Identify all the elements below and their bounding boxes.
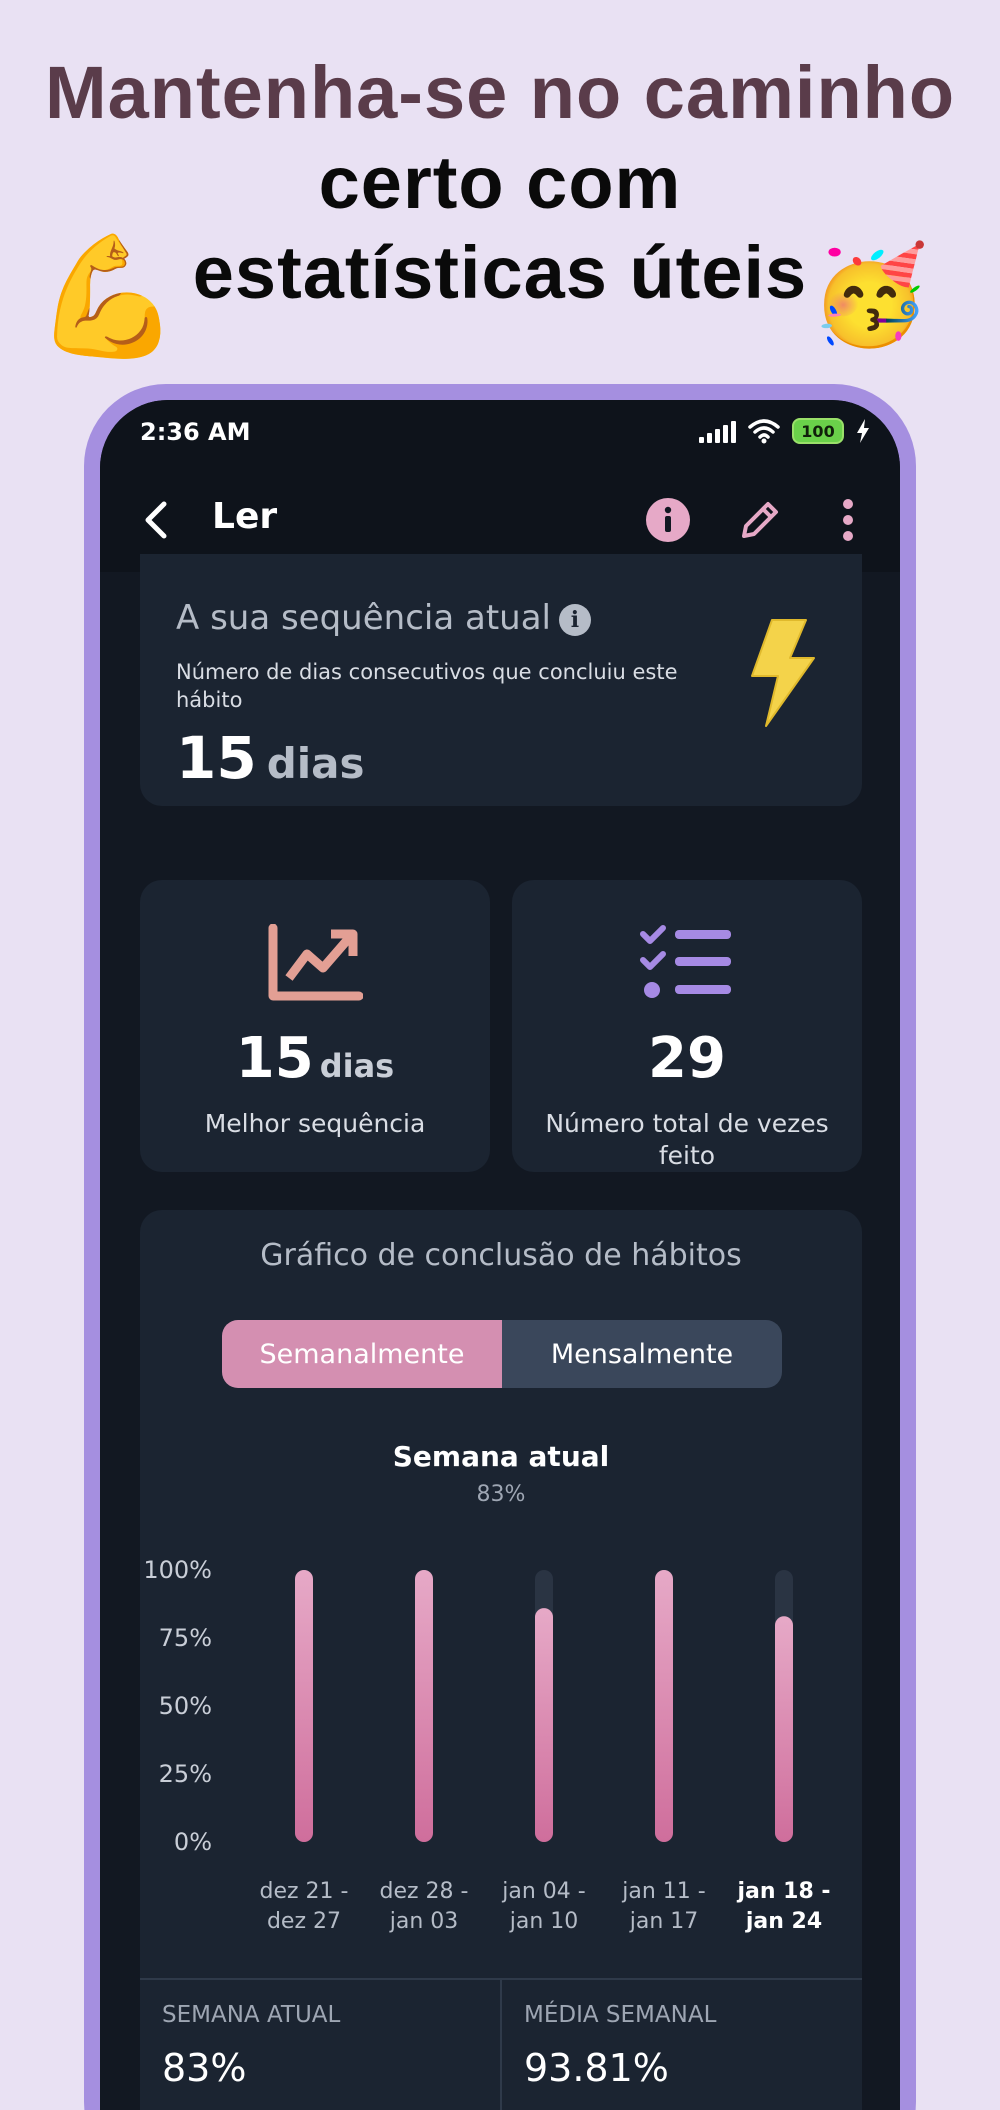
checklist-icon [640,925,731,998]
y-tick-label: 0% [174,1828,212,1856]
phone-screen: 2:36 AM 100 Ler A sua sequência atual i … [100,400,900,2110]
more-vertical-icon [843,499,853,541]
weekly-bar-chart: 100% 75% 50% 25% 0% dez 21 - dez 27 dez 28 - jan… [143,1556,830,1934]
current-week-value: 83% [162,2046,247,2090]
y-tick-label: 25% [159,1760,212,1788]
back-icon[interactable] [130,492,186,548]
period-toggle: Semanalmente Mensalmente [222,1320,782,1388]
x-tick-label: jan 03 [389,1909,459,1934]
x-tick-label: jan 18 - [736,1879,830,1904]
more-options-button[interactable] [820,492,876,548]
y-tick-label: 50% [159,1692,212,1720]
x-tick-label: jan 17 [629,1909,699,1934]
streak-unit: dias [266,739,365,788]
chart-bar[interactable] [655,1570,673,1842]
y-tick-label: 100% [143,1556,212,1584]
streak-description: Número de dias consecutivos que concluiu… [176,660,678,712]
total-done-label: Número total de vezes feito [545,1109,829,1170]
best-streak-label: Melhor sequência [204,1109,426,1138]
total-done-value: 29 [648,1026,726,1091]
charging-icon [857,419,869,443]
x-tick-label: dez 27 [267,1909,341,1934]
x-tick-label: jan 10 [509,1909,579,1934]
lightning-icon [751,619,815,727]
info-button[interactable] [640,492,696,548]
streak-value: 15 dias [176,724,365,792]
status-icons: 100 [699,418,870,444]
weekly-average-label: MÉDIA SEMANAL [524,2002,717,2028]
current-week-summary: SEMANA ATUAL 83% [140,1980,500,2110]
best-streak-unit: dias [319,1047,395,1085]
info-icon [646,498,690,542]
promo-page: Mantenha-se no caminho certo com estatís… [0,0,1000,2110]
chart-bar[interactable] [415,1570,433,1842]
chart-bar[interactable] [295,1570,313,1842]
y-tick-label: 75% [159,1624,212,1652]
habit-completion-chart-card: Gráfico de conclusão de hábitos Semanalm… [140,1210,862,2110]
x-tick-label: jan 04 - [501,1879,585,1904]
habit-title: Ler [212,496,278,537]
x-tick-label: dez 28 - [380,1879,469,1904]
muscle-emoji-icon: 💪 [34,231,181,363]
trend-chart-icon [268,924,363,1001]
status-time: 2:36 AM [140,418,251,446]
tab-monthly[interactable]: Mensalmente [502,1320,782,1388]
headline-highlight: Mantenha-se no caminho [30,48,970,138]
best-streak-number: 15 [235,1026,314,1091]
chart-title: Gráfico de conclusão de hábitos [260,1238,742,1273]
chart-summary: SEMANA ATUAL 83% MÉDIA SEMANAL 93.81% [140,1978,862,2110]
weekly-average-summary: MÉDIA SEMANAL 93.81% [500,1980,862,2110]
signal-icon [699,419,736,443]
current-week-label: SEMANA ATUAL [162,2002,341,2028]
pencil-icon [742,502,778,538]
info-icon[interactable]: i [558,603,591,636]
x-tick-label: dez 21 - [260,1879,349,1904]
current-streak-card: A sua sequência atual i Número de dias co… [140,554,862,806]
battery-indicator: 100 [792,418,844,444]
x-tick-label: jan 24 [745,1909,822,1934]
wifi-icon [748,419,780,444]
streak-title: A sua sequência atual i [176,598,591,638]
edit-button[interactable] [732,492,788,548]
status-bar: 2:36 AM 100 [100,400,900,468]
chart-bar[interactable] [775,1616,793,1842]
streak-title-text: A sua sequência atual [176,598,551,638]
weekly-average-value: 93.81% [524,2046,669,2090]
party-face-emoji-icon: 🥳 [810,242,930,349]
tab-weekly[interactable]: Semanalmente [222,1320,502,1388]
total-done-card: 29 Número total de vezes feito [512,880,862,1172]
x-tick-label: jan 11 - [621,1879,705,1904]
best-streak-value: 15 dias [140,1026,490,1091]
streak-number: 15 [176,724,257,792]
period-value: 83% [476,1482,526,1507]
chart-bar[interactable] [535,1608,553,1842]
best-streak-card: 15 dias Melhor sequência [140,880,490,1172]
period-label: Semana atual [392,1440,610,1473]
